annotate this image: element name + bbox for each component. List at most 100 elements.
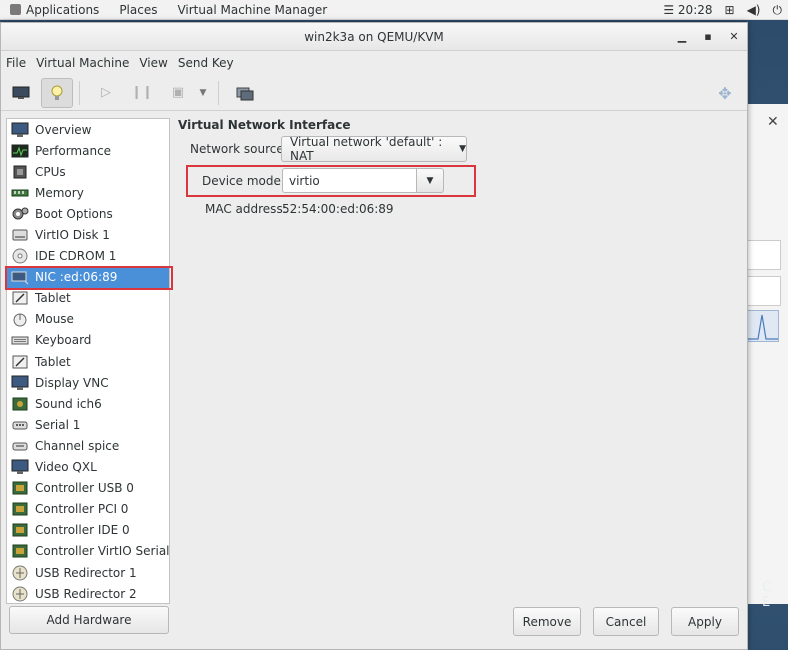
sidebar-item-label: Overview [35,122,92,137]
fullscreen-button[interactable]: ✥ [711,79,739,107]
sidebar-item[interactable]: Overview [7,119,169,140]
controller-icon [11,480,29,496]
memory-icon [11,185,29,201]
details-button[interactable] [41,77,73,108]
sidebar-item[interactable]: Boot Options [7,203,169,224]
sidebar-item[interactable]: Keyboard [7,330,169,351]
window-title: win2k3a on QEMU/KVM [304,30,444,44]
network-source-label: Network source: [190,142,288,156]
sidebar-item-label: Video QXL [35,460,97,475]
shutdown-button[interactable]: ▣ [162,78,194,108]
app-menu[interactable]: Virtual Machine Manager [167,0,337,20]
sidebar-item-label: Controller USB 0 [35,481,134,496]
sidebar-item-label: USB Redirector 1 [35,565,137,580]
volume-icon: ◀) [746,3,761,17]
play-icon: ▷ [101,85,111,100]
places-label: Places [119,2,158,17]
section-title: Virtual Network Interface [178,118,351,132]
close-icon[interactable]: ✕ [767,114,779,130]
sidebar-item-label: Controller VirtIO Serial 0 [35,544,170,559]
cancel-button[interactable]: Cancel [593,607,659,636]
mac-address-value: 52:54:00:ed:06:89 [282,202,394,216]
network-source-select[interactable]: Virtual network 'default' : NAT ▼ [281,135,467,163]
network-status-icon: ⊞ [724,3,735,17]
places-menu[interactable]: Places [109,0,167,20]
sidebar-item[interactable]: USB Redirector 1 [7,562,169,583]
cdrom-icon [11,248,29,264]
cpu-icon [11,164,29,180]
vm-details-window: win2k3a on QEMU/KVM ▁ ▪ ✕ File Virtual M… [0,22,748,650]
pause-button[interactable]: ❙❙ [126,78,158,108]
minimize-button[interactable]: ▁ [673,28,691,46]
lightbulb-icon [51,85,63,100]
sidebar-item-label: Channel spice [35,438,120,453]
snapshots-button[interactable] [229,78,261,108]
pause-icon: ❙❙ [131,85,153,100]
shutdown-dropdown[interactable]: ▼ [194,78,212,108]
sidebar-item[interactable]: Channel spice [7,435,169,456]
applications-label: Applications [26,2,100,17]
close-button[interactable]: ✕ [725,28,743,46]
sidebar-item[interactable]: CPUs [7,161,169,182]
menu-send-key[interactable]: Send Key [173,56,239,70]
sidebar-item[interactable]: Tablet [7,351,169,372]
tablet-icon [11,354,29,370]
top-panel: Applications Places Virtual Machine Mana… [0,0,788,20]
sidebar-item[interactable]: VirtIO Disk 1 [7,224,169,245]
run-button[interactable]: ▷ [90,78,122,108]
menu-file[interactable]: File [1,56,31,70]
sidebar-item[interactable]: Sound ich6 [7,393,169,414]
device-model-dropdown-button[interactable]: ▼ [416,168,444,193]
device-model-input[interactable]: virtio [282,168,416,193]
disk-icon [11,227,29,243]
sidebar-item[interactable]: Video QXL [7,457,169,478]
sidebar-item-label: Tablet [35,291,71,306]
toolbar-separator [79,80,80,105]
sidebar-item[interactable]: Mouse [7,309,169,330]
sidebar-item[interactable]: Memory [7,182,169,203]
sidebar-item-label: Keyboard [35,333,92,348]
calendar-icon: ☰ [663,3,675,17]
maximize-button[interactable]: ▪ [699,28,717,46]
sidebar-item[interactable]: USB Redirector 2 [7,583,169,603]
usb-redirector-icon [11,565,29,581]
sidebar-item[interactable]: Serial 1 [7,414,169,435]
controller-icon [11,522,29,538]
clock[interactable]: ☰ 20:28 [663,3,712,17]
applications-icon [10,4,21,15]
sidebar-item[interactable]: Tablet [7,288,169,309]
sidebar-item[interactable]: Controller IDE 0 [7,520,169,541]
add-hardware-button[interactable]: Add Hardware [9,606,169,634]
sidebar-item-label: Serial 1 [35,417,81,432]
titlebar[interactable]: win2k3a on QEMU/KVM ▁ ▪ ✕ [1,23,747,51]
sidebar-item[interactable]: Controller VirtIO Serial 0 [7,541,169,562]
video-icon [11,459,29,475]
sidebar-item-label: Sound ich6 [35,396,102,411]
mac-address-label: MAC address: [205,202,287,216]
sidebar-item-label: Display VNC [35,375,109,390]
sidebar-item-label: Memory [35,185,84,200]
mouse-icon [11,311,29,327]
sidebar-item[interactable]: Controller PCI 0 [7,499,169,520]
applications-menu[interactable]: Applications [0,0,109,20]
sidebar-item-label: IDE CDROM 1 [35,249,117,264]
system-tray[interactable]: ☰ 20:28 ⊞ ◀) ⏻ [663,0,782,20]
console-button[interactable] [5,78,37,108]
monitor-icon [11,122,29,138]
remove-button[interactable]: Remove [513,607,581,636]
performance-icon [11,143,29,159]
sidebar-item[interactable]: IDE CDROM 1 [7,246,169,267]
apply-button[interactable]: Apply [671,607,739,636]
menu-virtual-machine[interactable]: Virtual Machine [31,56,134,70]
sidebar-item[interactable]: Controller USB 0 [7,478,169,499]
menu-view[interactable]: View [134,56,172,70]
toolbar-separator [218,80,219,105]
chevron-down-icon: ▼ [459,144,466,154]
sidebar-item[interactable]: Performance [7,140,169,161]
background-text: C E [762,580,774,610]
network-source-value: Virtual network 'default' : NAT [290,135,443,163]
menubar: File Virtual Machine View Send Key [1,52,747,74]
snapshot-icon [236,87,254,100]
background-graph [745,310,779,342]
sidebar-item[interactable]: Display VNC [7,372,169,393]
